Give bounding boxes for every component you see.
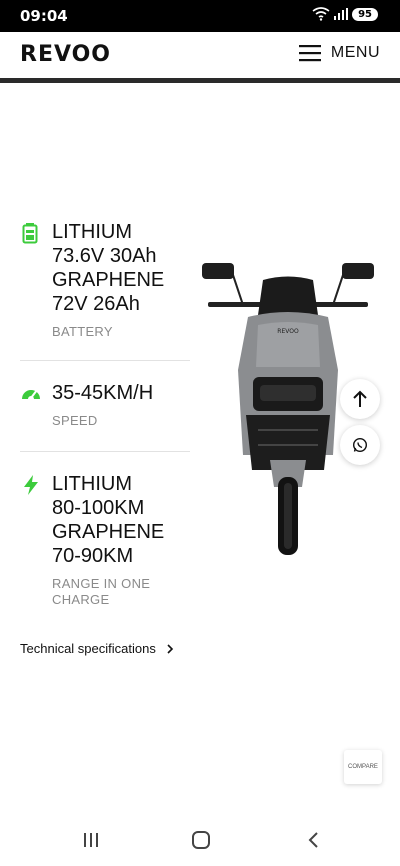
range-caption-line: RANGE IN ONE	[52, 576, 151, 591]
site-header: REVOO MENU	[0, 32, 400, 78]
technical-specifications-link[interactable]: Technical specifications	[20, 641, 174, 656]
spec-range: LITHIUM 80-100KM GRAPHENE 70-90KM RANGE …	[20, 472, 190, 608]
technical-specifications-label: Technical specifications	[20, 641, 156, 656]
system-nav-bar	[0, 812, 400, 866]
battery-value-line: 72V 26Ah	[52, 293, 140, 315]
svg-text:REVOO: REVOO	[277, 328, 299, 335]
range-value-line: LITHIUM	[52, 473, 132, 495]
battery-value-line: 73.6V 30Ah	[52, 245, 157, 267]
header-divider	[0, 78, 400, 83]
status-bar: 09:04 95	[0, 0, 400, 32]
range-caption: RANGE IN ONE CHARGE	[52, 576, 190, 608]
brand-logo[interactable]: REVOO	[20, 42, 111, 67]
scroll-to-top-button[interactable]	[340, 379, 380, 419]
spec-battery: LITHIUM 73.6V 30Ah GRAPHENE 72V 26Ah BAT…	[20, 220, 190, 340]
hamburger-icon	[298, 45, 321, 62]
wifi-icon	[312, 7, 330, 21]
menu-label: MENU	[330, 44, 380, 61]
spec-divider	[20, 360, 190, 361]
home-icon	[192, 831, 210, 849]
battery-value: LITHIUM 73.6V 30Ah GRAPHENE 72V 26Ah	[52, 220, 190, 316]
back-button[interactable]	[301, 829, 325, 851]
signal-icon	[334, 8, 349, 20]
spec-speed: 35-45KM/H SPEED	[20, 381, 190, 429]
range-value-line: GRAPHENE	[52, 521, 165, 543]
lightning-icon	[24, 475, 38, 495]
range-caption-line: CHARGE	[52, 592, 110, 607]
battery-icon	[22, 223, 38, 244]
battery-value-line: LITHIUM	[52, 221, 132, 243]
recent-apps-icon	[84, 833, 98, 847]
whatsapp-icon	[352, 437, 368, 453]
menu-button[interactable]: MENU	[298, 44, 380, 62]
chevron-right-icon	[167, 643, 173, 654]
speed-value: 35-45KM/H	[52, 382, 154, 404]
whatsapp-button[interactable]	[340, 425, 380, 465]
speedometer-icon	[22, 389, 40, 399]
battery-caption: BATTERY	[52, 324, 113, 339]
status-time: 09:04	[20, 7, 68, 25]
back-icon	[308, 832, 318, 848]
speed-caption: SPEED	[52, 413, 98, 428]
range-value-line: 70-90KM	[52, 545, 134, 567]
home-button[interactable]	[189, 829, 213, 851]
compare-button[interactable]: COMPARE	[344, 750, 382, 784]
battery-level: 95	[352, 7, 378, 21]
arrow-up-icon	[353, 390, 367, 407]
recent-apps-button[interactable]	[79, 829, 103, 851]
status-icons: 95	[312, 7, 378, 21]
spec-divider	[20, 451, 190, 452]
range-value: LITHIUM 80-100KM GRAPHENE 70-90KM	[52, 472, 190, 568]
range-value-line: 80-100KM	[52, 497, 145, 519]
battery-value-line: GRAPHENE	[52, 269, 165, 291]
